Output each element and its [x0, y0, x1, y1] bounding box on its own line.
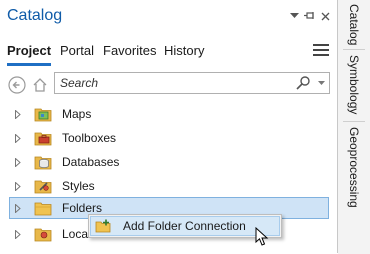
locators-folder-icon [34, 228, 52, 242]
tab-project[interactable]: Project [7, 43, 51, 58]
expand-arrow-icon[interactable] [15, 132, 27, 144]
expand-arrow-icon[interactable] [15, 202, 27, 214]
pin-button[interactable] [304, 10, 316, 22]
expand-arrow-icon[interactable] [15, 108, 27, 120]
search-input[interactable] [60, 76, 280, 90]
styles-folder-icon [34, 180, 52, 194]
pane-title: Catalog [7, 7, 63, 24]
tree-item-maps[interactable]: Maps [10, 103, 330, 125]
add-folder-connection-menu-item[interactable]: Add Folder Connection [90, 216, 280, 236]
tab-portal[interactable]: Portal [60, 43, 94, 58]
close-icon [321, 12, 329, 20]
search-button[interactable] [295, 75, 311, 91]
context-menu: Add Folder Connection [88, 214, 282, 238]
mouse-cursor-icon [255, 227, 269, 246]
search-box [54, 72, 330, 94]
expand-arrow-icon[interactable] [15, 180, 27, 192]
home-button[interactable] [30, 75, 50, 95]
catalog-pane: Catalog Project Portal Favorites History [0, 0, 338, 253]
tab-history[interactable]: History [164, 43, 204, 58]
tree-item-label: Maps [62, 107, 92, 121]
search-icon [296, 76, 310, 90]
active-tab-indicator [7, 63, 51, 66]
tree-item-label: Databases [62, 155, 120, 169]
tree-item-label: Toolboxes [62, 131, 117, 145]
side-tab-divider [343, 49, 365, 50]
back-button[interactable] [7, 75, 27, 95]
side-tab-symbology[interactable]: Symbology [347, 55, 361, 114]
maps-folder-icon [34, 108, 52, 122]
databases-folder-icon [34, 156, 52, 170]
tree-item-styles[interactable]: Styles [10, 175, 330, 197]
pane-options-button[interactable] [288, 10, 300, 22]
search-options-dropdown[interactable] [316, 76, 326, 90]
side-tab-divider [343, 121, 365, 122]
back-arrow-icon [8, 76, 26, 94]
add-folder-connection-icon [95, 219, 111, 233]
chevron-down-icon [289, 13, 299, 18]
chevron-down-icon [317, 80, 325, 85]
tab-favorites[interactable]: Favorites [103, 43, 156, 58]
expand-arrow-icon[interactable] [15, 156, 27, 168]
home-icon [33, 78, 47, 92]
pin-icon [304, 12, 314, 19]
tree-item-label: Styles [62, 179, 95, 193]
side-tab-catalog[interactable]: Catalog [347, 4, 361, 45]
hamburger-menu-icon[interactable] [313, 44, 329, 58]
toolboxes-folder-icon [34, 132, 52, 146]
close-button[interactable] [319, 10, 331, 22]
tree-item-label: Folders [62, 201, 103, 215]
expand-arrow-icon[interactable] [15, 228, 27, 240]
side-tab-geoprocessing[interactable]: Geoprocessing [347, 127, 361, 208]
folders-icon [34, 202, 52, 216]
tree-item-toolboxes[interactable]: Toolboxes [10, 127, 330, 149]
side-dock: Catalog Symbology Geoprocessing [338, 0, 370, 254]
tree-item-databases[interactable]: Databases [10, 151, 330, 173]
menu-item-label: Add Folder Connection [123, 219, 246, 233]
